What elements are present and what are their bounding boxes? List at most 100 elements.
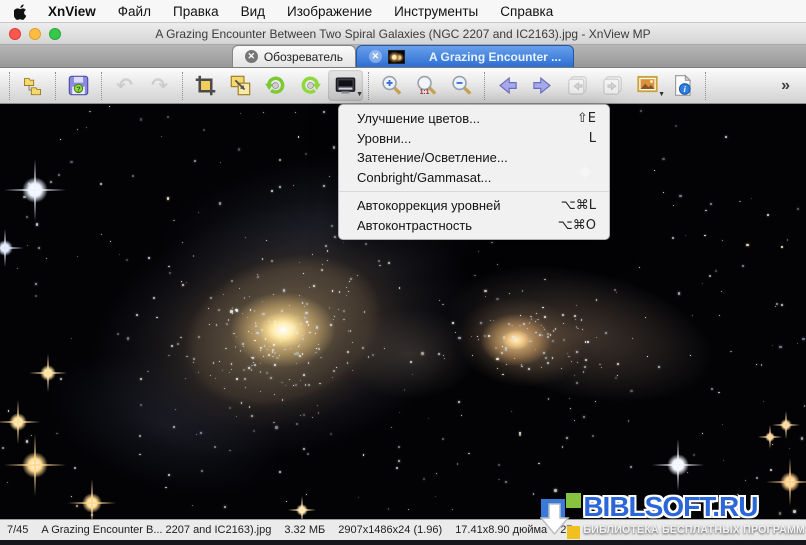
save-button[interactable]: ? — [61, 70, 96, 101]
star — [263, 112, 264, 113]
zoom-100-button[interactable]: 1:1 — [409, 70, 444, 101]
star — [756, 477, 757, 478]
star — [639, 267, 640, 268]
crop-button[interactable] — [188, 70, 223, 101]
star — [77, 256, 78, 257]
star — [378, 260, 380, 262]
toolbar: ?↶↷▼1:1▼i» — [0, 68, 806, 104]
star — [279, 186, 281, 188]
star — [298, 316, 299, 317]
window-title: A Grazing Encounter Between Two Spiral G… — [155, 27, 650, 41]
star — [484, 290, 486, 292]
star — [231, 369, 232, 370]
bright-star — [780, 419, 792, 431]
star — [255, 322, 256, 323]
star — [271, 190, 273, 192]
tab-browser[interactable]: ✕Обозреватель — [232, 45, 356, 67]
slideshow-button[interactable]: ▼ — [630, 70, 665, 101]
star — [512, 336, 514, 338]
menu-item-conbright-gammasat[interactable]: Conbright/Gammasat... — [339, 168, 609, 188]
star — [423, 478, 425, 480]
menu-item-auto-contrast[interactable]: Автоконтрастность⌥⌘O — [339, 216, 609, 236]
star — [300, 323, 302, 325]
star — [260, 391, 261, 392]
star — [298, 136, 299, 137]
star — [498, 479, 500, 481]
star — [333, 319, 334, 320]
star — [554, 489, 556, 491]
rotate-right-button[interactable] — [293, 70, 328, 101]
star — [722, 424, 723, 425]
browser-button[interactable] — [15, 70, 50, 101]
menu-item-shadow-highlight[interactable]: Затенение/Осветление... — [339, 148, 609, 168]
star — [605, 332, 607, 334]
star — [770, 469, 772, 471]
star — [330, 324, 332, 326]
menu-view[interactable]: Вид — [230, 4, 276, 19]
bright-star — [780, 472, 800, 492]
star — [468, 453, 469, 454]
toolbar-separator — [368, 72, 369, 100]
zoom-out-icon — [450, 74, 473, 97]
minimize-window-button[interactable] — [29, 28, 41, 40]
next-image-button[interactable] — [595, 70, 630, 101]
apple-logo-icon — [14, 3, 28, 20]
rotate-left-button[interactable] — [258, 70, 293, 101]
star — [725, 136, 727, 138]
star — [203, 129, 205, 131]
star — [182, 242, 183, 243]
app-menu-xnview[interactable]: XnView — [37, 4, 107, 19]
back-button[interactable] — [490, 70, 525, 101]
zoom-window-button[interactable] — [49, 28, 61, 40]
star — [574, 420, 575, 421]
redo-button[interactable]: ↷ — [142, 70, 177, 101]
menu-help[interactable]: Справка — [489, 4, 564, 19]
prev-image-button[interactable] — [560, 70, 595, 101]
star — [296, 332, 298, 334]
star — [26, 216, 28, 218]
galaxy-ngc2207-core — [259, 312, 307, 348]
zoom-in-button[interactable] — [374, 70, 409, 101]
star — [712, 501, 714, 503]
tab-image[interactable]: ✕A Grazing Encounter ... — [356, 45, 574, 67]
bright-star — [9, 413, 27, 431]
info-button[interactable]: i — [665, 70, 700, 101]
menu-item-levels[interactable]: Уровни...L — [339, 129, 609, 149]
star — [262, 313, 264, 315]
close-window-button[interactable] — [9, 28, 21, 40]
menu-tools[interactable]: Инструменты — [383, 4, 489, 19]
tab-close-icon[interactable]: ✕ — [369, 50, 382, 63]
forward-button[interactable] — [525, 70, 560, 101]
star — [256, 332, 258, 334]
star — [461, 415, 462, 416]
menu-item-label: Улучшение цветов... — [357, 111, 480, 126]
prev-image-icon — [566, 74, 589, 97]
adjust-button[interactable]: ▼ — [328, 70, 363, 101]
menu-item-label: Автоконтрастность — [357, 218, 472, 233]
menu-edit[interactable]: Правка — [162, 4, 230, 19]
star — [17, 268, 18, 269]
star — [306, 494, 307, 495]
star — [186, 282, 187, 283]
browser-icon — [21, 74, 44, 97]
undo-button[interactable]: ↶ — [107, 70, 142, 101]
menu-separator — [339, 191, 609, 192]
star — [410, 361, 412, 363]
star — [776, 303, 778, 305]
forward-icon — [531, 74, 554, 97]
menu-item-auto-levels[interactable]: Автокоррекция уровней⌥⌘L — [339, 196, 609, 216]
star — [242, 343, 244, 345]
star — [763, 401, 764, 402]
menu-file[interactable]: Файл — [107, 4, 162, 19]
resize-button[interactable] — [223, 70, 258, 101]
star — [723, 460, 724, 461]
menu-item-label: Уровни... — [357, 131, 411, 146]
menu-image[interactable]: Изображение — [276, 4, 383, 19]
tab-close-icon[interactable]: ✕ — [245, 50, 258, 63]
star — [243, 369, 245, 371]
apple-menu[interactable] — [14, 3, 29, 19]
toolbar-overflow-button[interactable]: » — [769, 77, 802, 95]
zoom-out-button[interactable] — [444, 70, 479, 101]
menu-item-enhance-colors[interactable]: Улучшение цветов...⇧E — [339, 109, 609, 129]
status-field: 27 — [560, 524, 572, 536]
